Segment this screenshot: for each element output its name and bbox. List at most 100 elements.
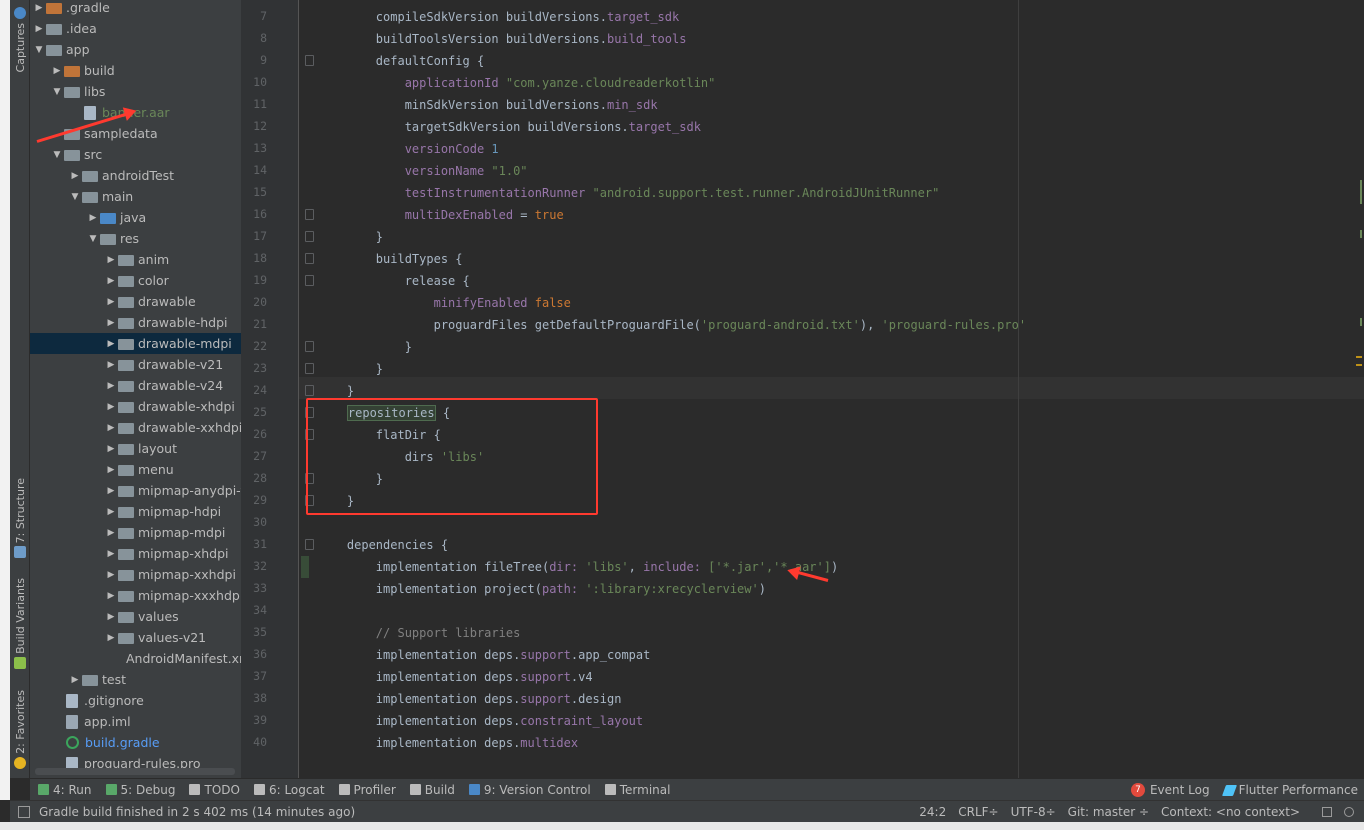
line-number[interactable]: 17 <box>241 229 267 243</box>
tree-item-build[interactable]: ▶ build <box>30 60 241 81</box>
code-line[interactable]: multiDexEnabled = true <box>318 204 564 226</box>
code-line[interactable]: implementation fileTree(dir: 'libs', inc… <box>318 556 838 578</box>
tree-item-build-gradle[interactable]: build.gradle <box>30 732 241 753</box>
error-stripe[interactable] <box>1356 0 1364 778</box>
code-line[interactable]: proguardFiles getDefaultProguardFile('pr… <box>318 314 1026 336</box>
tree-item-gradle[interactable]: ▶ .gradle <box>30 0 241 18</box>
line-number[interactable]: 29 <box>241 493 267 507</box>
code-line[interactable]: release { <box>318 270 470 292</box>
code-line[interactable]: implementation deps.support.app_compat <box>318 644 651 666</box>
code-line[interactable]: implementation deps.support.design <box>318 688 622 710</box>
run-tool-button[interactable]: 4: Run <box>38 783 92 797</box>
expanded-arrow-icon[interactable]: ▼ <box>68 190 82 204</box>
change-marker[interactable] <box>1360 230 1362 238</box>
code-line[interactable]: implementation deps.support.v4 <box>318 666 593 688</box>
line-number[interactable]: 25 <box>241 405 267 419</box>
collapsed-arrow-icon[interactable]: ▶ <box>104 484 118 498</box>
line-number[interactable]: 34 <box>241 603 267 617</box>
tree-item-drawable-xxhdpi[interactable]: ▶ drawable-xxhdpi <box>30 417 241 438</box>
code-editor[interactable]: 7 8 9 10 11 12 13 14 15 16 17 18 19 20 21 22 23 24 25 26 27 2… <box>241 0 1364 778</box>
line-number[interactable]: 8 <box>241 31 267 45</box>
collapsed-arrow-icon[interactable]: ▶ <box>104 568 118 582</box>
collapsed-arrow-icon[interactable]: ▶ <box>104 421 118 435</box>
tree-item-src[interactable]: ▼ src <box>30 144 241 165</box>
collapsed-arrow-icon[interactable]: ▶ <box>104 589 118 603</box>
line-number[interactable]: 37 <box>241 669 267 683</box>
lock-icon[interactable] <box>1322 807 1332 817</box>
logcat-tool-button[interactable]: 6: Logcat <box>253 783 325 797</box>
code-line[interactable]: versionCode 1 <box>318 138 499 160</box>
code-line[interactable]: // Support libraries <box>318 622 521 644</box>
collapsed-arrow-icon[interactable]: ▶ <box>50 64 64 78</box>
tree-item-drawable-hdpi[interactable]: ▶ drawable-hdpi <box>30 312 241 333</box>
fold-marker-icon[interactable] <box>305 363 314 374</box>
tree-item-values[interactable]: ▶ values <box>30 606 241 627</box>
event-log-button[interactable]: 7 Event Log <box>1130 783 1210 797</box>
horizontal-scrollbar[interactable] <box>35 768 235 775</box>
tree-item-java[interactable]: ▶ java <box>30 207 241 228</box>
collapsed-arrow-icon[interactable]: ▶ <box>104 547 118 561</box>
fold-marker-icon[interactable] <box>305 385 314 396</box>
fold-marker-icon[interactable] <box>305 209 314 220</box>
collapsed-arrow-icon[interactable]: ▶ <box>104 253 118 267</box>
tree-item-test[interactable]: ▶ test <box>30 669 241 690</box>
line-number[interactable]: 31 <box>241 537 267 551</box>
code-line[interactable]: buildToolsVersion buildVersions.build_to… <box>318 28 687 50</box>
status-message[interactable]: Gradle build finished in 2 s 402 ms (14 … <box>39 805 355 819</box>
tree-item-app-iml[interactable]: app.iml <box>30 711 241 732</box>
build-variants-tab[interactable]: Build Variants <box>10 578 30 669</box>
warning-marker[interactable] <box>1356 364 1362 366</box>
collapsed-arrow-icon[interactable]: ▶ <box>104 442 118 456</box>
line-number[interactable]: 7 <box>241 9 267 23</box>
line-number[interactable]: 27 <box>241 449 267 463</box>
collapsed-arrow-icon[interactable]: ▶ <box>104 526 118 540</box>
fold-marker-icon[interactable] <box>305 341 314 352</box>
terminal-tool-button[interactable]: Terminal <box>604 783 670 797</box>
line-number[interactable]: 11 <box>241 97 267 111</box>
line-number[interactable]: 9 <box>241 53 267 67</box>
code-line[interactable]: buildTypes { <box>318 248 463 270</box>
tree-item-drawable-xhdpi[interactable]: ▶ drawable-xhdpi <box>30 396 241 417</box>
collapsed-arrow-icon[interactable]: ▶ <box>104 316 118 330</box>
code-line[interactable]: compileSdkVersion buildVersions.target_s… <box>318 6 679 28</box>
line-number[interactable]: 30 <box>241 515 267 529</box>
expanded-arrow-icon[interactable]: ▼ <box>32 43 46 57</box>
context-indicator[interactable]: Context: <no context> <box>1161 805 1300 819</box>
collapsed-arrow-icon[interactable]: ▶ <box>104 274 118 288</box>
fold-marker-icon[interactable] <box>305 55 314 66</box>
line-number[interactable]: 35 <box>241 625 267 639</box>
line-number[interactable]: 28 <box>241 471 267 485</box>
line-number[interactable]: 38 <box>241 691 267 705</box>
line-number[interactable]: 39 <box>241 713 267 727</box>
tree-item-layout[interactable]: ▶ layout <box>30 438 241 459</box>
collapsed-arrow-icon[interactable]: ▶ <box>86 211 100 225</box>
code-line[interactable]: minSdkVersion buildVersions.min_sdk <box>318 94 658 116</box>
profiler-tool-button[interactable]: Profiler <box>338 783 396 797</box>
code-line[interactable]: versionName "1.0" <box>318 160 528 182</box>
collapsed-arrow-icon[interactable]: ▶ <box>104 610 118 624</box>
line-separator[interactable]: CRLF÷ <box>958 805 998 819</box>
git-branch[interactable]: Git: master ÷ <box>1068 805 1149 819</box>
code-line[interactable]: implementation deps.constraint_layout <box>318 710 643 732</box>
expanded-arrow-icon[interactable]: ▼ <box>50 85 64 99</box>
expanded-arrow-icon[interactable]: ▼ <box>50 148 64 162</box>
tree-item-gitignore[interactable]: .gitignore <box>30 690 241 711</box>
collapsed-arrow-icon[interactable]: ▶ <box>104 505 118 519</box>
code-line[interactable]: } <box>318 226 383 248</box>
tree-item-mipmap-anydpi-v2[interactable]: ▶ mipmap-anydpi-v2 <box>30 480 241 501</box>
code-line[interactable]: } <box>318 358 383 380</box>
tree-item-androidtest[interactable]: ▶ androidTest <box>30 165 241 186</box>
tree-item-main[interactable]: ▼ main <box>30 186 241 207</box>
tree-item-drawable[interactable]: ▶ drawable <box>30 291 241 312</box>
favorites-tab[interactable]: 2: Favorites <box>10 690 30 769</box>
tree-item-menu[interactable]: ▶ menu <box>30 459 241 480</box>
captures-tab[interactable]: Captures <box>10 4 30 72</box>
fold-marker-icon[interactable] <box>305 275 314 286</box>
tree-item-mipmap-hdpi[interactable]: ▶ mipmap-hdpi <box>30 501 241 522</box>
line-number[interactable]: 23 <box>241 361 267 375</box>
collapsed-arrow-icon[interactable]: ▶ <box>104 463 118 477</box>
tree-item-drawable-v24[interactable]: ▶ drawable-v24 <box>30 375 241 396</box>
collapsed-arrow-icon[interactable]: ▶ <box>104 379 118 393</box>
tree-item-drawable-mdpi[interactable]: ▶ drawable-mdpi <box>30 333 241 354</box>
expanded-arrow-icon[interactable]: ▼ <box>86 232 100 246</box>
